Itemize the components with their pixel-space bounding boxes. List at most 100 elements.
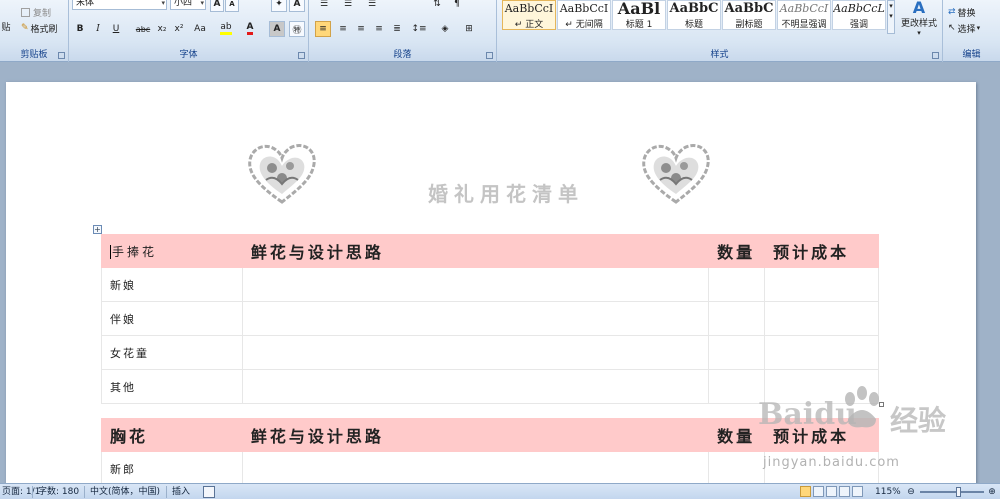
font-color-button[interactable]: A [241, 21, 259, 37]
font-dialog-launcher[interactable] [298, 52, 305, 59]
table-cell[interactable] [764, 369, 879, 404]
font-size-dropdown[interactable]: 小四 ▾ [170, 0, 206, 10]
table-header-cell[interactable]: 鲜花与设计思路 [241, 234, 710, 268]
table-cell[interactable] [708, 369, 766, 404]
char-border-button[interactable]: A [289, 0, 305, 12]
zoom-level[interactable]: 115% [875, 486, 901, 498]
superscript-button[interactable]: x² [172, 21, 186, 37]
font-name-dropdown[interactable]: 宋体 ▾ [72, 0, 167, 10]
language-indicator[interactable]: 中文(简体，中国) [90, 486, 160, 498]
table-cell[interactable] [708, 267, 766, 302]
style-tile-subtitle[interactable]: AaBbC 副标题 [722, 0, 776, 30]
document-area[interactable]: 婚礼用花清单 + 手捧花 鲜花与设计思路 数量 预计成本 新娘 伴娘 女花童 其… [0, 62, 1000, 483]
borders-button[interactable]: ⊞ [459, 21, 479, 37]
underline-button[interactable]: U [109, 21, 123, 37]
style-tile-subtle-emphasis[interactable]: AaBbCcI 不明显强调 [777, 0, 831, 30]
table-header-cell[interactable]: 预计成本 [764, 234, 879, 268]
clear-format-button[interactable]: ✦ [271, 0, 287, 12]
clipboard-dialog-launcher[interactable] [58, 52, 65, 59]
zoom-in-button[interactable]: ⊕ [987, 486, 997, 498]
table-cell[interactable] [708, 335, 766, 370]
draft-view-icon[interactable] [852, 486, 863, 497]
replace-button[interactable]: ⇄ 替换 [947, 4, 993, 20]
show-marks-button[interactable]: ¶ [449, 0, 465, 12]
style-tile-no-spacing[interactable]: AaBbCcI ↵ 无间隔 [557, 0, 611, 30]
styles-dialog-launcher[interactable] [932, 52, 939, 59]
table-cell[interactable] [241, 267, 710, 302]
table-header-cell[interactable]: 数量 [708, 234, 766, 268]
document-page[interactable]: 婚礼用花清单 + 手捧花 鲜花与设计思路 数量 预计成本 新娘 伴娘 女花童 其… [6, 82, 976, 483]
align-right-button[interactable]: ≡ [353, 21, 369, 37]
strikethrough-button[interactable]: abc [135, 21, 151, 37]
char-shading-button[interactable]: A [269, 21, 285, 37]
zoom-out-button[interactable]: ⊖ [906, 486, 916, 498]
paragraph-dialog-launcher[interactable] [486, 52, 493, 59]
select-button[interactable]: ↖ 选择 ▾ [947, 20, 993, 36]
zoom-slider[interactable] [920, 491, 984, 493]
change-styles-button[interactable]: A 更改样式 ▾ [897, 0, 941, 46]
table-cell[interactable] [241, 369, 710, 404]
align-center-button[interactable]: ≡ [335, 21, 351, 37]
style-tile-title[interactable]: AaBbC 标题 [667, 0, 721, 30]
highlight-button[interactable]: ab [217, 21, 235, 37]
table-cell[interactable]: 女花童 [101, 335, 243, 370]
table-header-cell[interactable]: 胸花 [101, 418, 243, 452]
style-sample: AaBl [617, 1, 661, 17]
style-tile-heading-1[interactable]: AaBl 标题 1 [612, 0, 666, 30]
subscript-button[interactable]: x₂ [155, 21, 169, 37]
table-header-cell[interactable]: 预计成本 [764, 418, 879, 452]
full-screen-view-icon[interactable] [813, 486, 824, 497]
change-case-button[interactable]: Aa [190, 21, 210, 37]
table-cell[interactable]: 伴娘 [101, 301, 243, 336]
enclose-char-button[interactable]: ㊕ [289, 21, 305, 37]
print-layout-view-icon[interactable] [800, 486, 811, 497]
table-cell[interactable] [708, 451, 766, 483]
style-tile-normal[interactable]: AaBbCcI ↵ 正文 [502, 0, 556, 30]
zoom-slider-thumb[interactable] [956, 487, 961, 497]
word-count[interactable]: 字数: 180 [38, 486, 79, 498]
table-cell[interactable] [764, 301, 879, 336]
table-cell[interactable] [241, 335, 710, 370]
macro-record-icon[interactable] [203, 486, 215, 498]
insert-mode-indicator[interactable]: 插入 [172, 486, 190, 498]
table-cell[interactable]: 新郎 [101, 451, 243, 483]
grow-font-button[interactable]: A [210, 0, 224, 12]
justify-button[interactable]: ≡ [371, 21, 387, 37]
shading-button[interactable]: ◈ [435, 21, 455, 37]
outline-view-icon[interactable] [839, 486, 850, 497]
table-header-cell[interactable]: 鲜花与设计思路 [241, 418, 710, 452]
text-cursor [110, 245, 111, 259]
table-cell[interactable] [708, 301, 766, 336]
style-tile-emphasis[interactable]: AaBbCcL 强调 [832, 0, 886, 30]
align-left-button[interactable]: ≡ [315, 21, 331, 37]
styles-scroll[interactable]: ▾ ▾ [887, 0, 895, 34]
font-group: 宋体 ▾ 小四 ▾ A A ✦ A B I U abc x₂ x² Aa ab … [69, 0, 309, 62]
table-header-cell[interactable]: 数量 [708, 418, 766, 452]
table-cell[interactable] [764, 335, 879, 370]
web-layout-view-icon[interactable] [826, 486, 837, 497]
bullets-button[interactable]: ☰ [315, 0, 333, 12]
italic-button[interactable]: I [91, 21, 105, 37]
vertical-scrollbar[interactable] [980, 62, 1000, 483]
table-header-cell[interactable]: 手捧花 [101, 234, 243, 268]
table-cell[interactable] [241, 301, 710, 336]
page-count[interactable]: 页面: 1/1 [2, 486, 40, 498]
line-spacing-button[interactable]: ↕≡ [409, 21, 429, 37]
table-move-handle[interactable]: + [93, 225, 102, 234]
copy-button[interactable]: 复制 [20, 4, 60, 20]
table-cell[interactable]: 其他 [101, 369, 243, 404]
shrink-font-button[interactable]: A [225, 0, 239, 12]
distribute-button[interactable]: ≣ [389, 21, 405, 37]
table-cell[interactable] [764, 451, 879, 483]
paragraph-group: ☰ ☰ ☰ ⇅ ¶ ≡ ≡ ≡ ≡ ≣ ↕≡ ◈ ⊞ 段落 [309, 0, 497, 62]
sort-button[interactable]: ⇅ [429, 0, 445, 12]
table-cell[interactable] [764, 267, 879, 302]
bold-button[interactable]: B [73, 21, 87, 37]
table-cell[interactable] [241, 451, 710, 483]
table-cell[interactable]: 新娘 [101, 267, 243, 302]
table-resize-handle[interactable] [879, 402, 884, 407]
numbering-button[interactable]: ☰ [339, 0, 357, 12]
paste-button[interactable]: 贴 [0, 18, 14, 34]
multilevel-list-button[interactable]: ☰ [363, 0, 381, 12]
format-painter-button[interactable]: ✎ 格式刷 [20, 20, 66, 36]
